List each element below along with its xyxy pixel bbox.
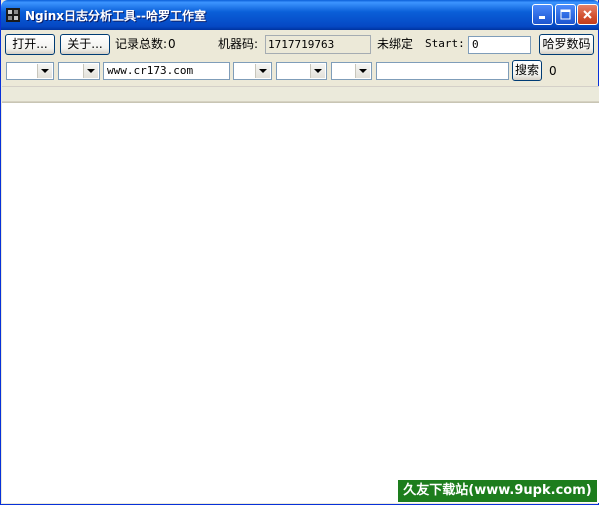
list-header[interactable] xyxy=(2,86,599,102)
record-total-value: 0 xyxy=(168,37,176,51)
start-input[interactable]: 0 xyxy=(468,36,531,54)
haluo-code-button[interactable]: 哈罗数码 xyxy=(539,34,594,55)
app-icon xyxy=(6,8,20,22)
chevron-down-icon xyxy=(255,64,270,78)
app-window: Nginx日志分析工具--哈罗工作室 打开... 关于... 记录总数: 0 机… xyxy=(0,0,599,505)
filter-combo-5[interactable] xyxy=(331,62,372,80)
toolbar-row-main: 打开... 关于... 记录总数: 0 机器码: 1717719763 未绑定 … xyxy=(1,34,599,56)
about-button[interactable]: 关于... xyxy=(60,34,110,55)
search-input[interactable] xyxy=(376,62,509,80)
close-icon xyxy=(583,10,592,19)
domain-input[interactable]: www.cr173.com xyxy=(103,62,230,80)
open-button[interactable]: 打开... xyxy=(5,34,55,55)
filter-combo-4[interactable] xyxy=(276,62,327,80)
maximize-button[interactable] xyxy=(555,4,576,25)
close-button[interactable] xyxy=(577,4,598,25)
binding-status: 未绑定 xyxy=(377,37,414,51)
log-list[interactable] xyxy=(2,102,599,503)
machine-code-field: 1717719763 xyxy=(265,35,371,54)
maximize-icon xyxy=(560,9,571,20)
chevron-down-icon xyxy=(310,64,325,78)
start-label: Start: xyxy=(425,37,465,50)
chevron-down-icon xyxy=(37,64,52,78)
filter-row: www.cr173.com 搜索 0 xyxy=(1,60,599,81)
minimize-icon xyxy=(539,16,545,19)
window-title: Nginx日志分析工具--哈罗工作室 xyxy=(25,9,206,23)
filter-combo-3[interactable] xyxy=(233,62,272,80)
chevron-down-icon xyxy=(83,64,98,78)
chevron-down-icon xyxy=(355,64,370,78)
result-count: 0 xyxy=(549,64,557,78)
watermark-banner: 久友下载站(www.9upk.com) xyxy=(398,480,597,502)
filter-combo-1[interactable] xyxy=(6,62,54,80)
record-total-label: 记录总数: xyxy=(115,37,168,51)
machine-code-label: 机器码: xyxy=(218,37,259,51)
minimize-button[interactable] xyxy=(532,4,553,25)
filter-combo-2[interactable] xyxy=(58,62,100,80)
title-bar[interactable]: Nginx日志分析工具--哈罗工作室 xyxy=(1,0,599,30)
search-button[interactable]: 搜索 xyxy=(512,60,542,81)
